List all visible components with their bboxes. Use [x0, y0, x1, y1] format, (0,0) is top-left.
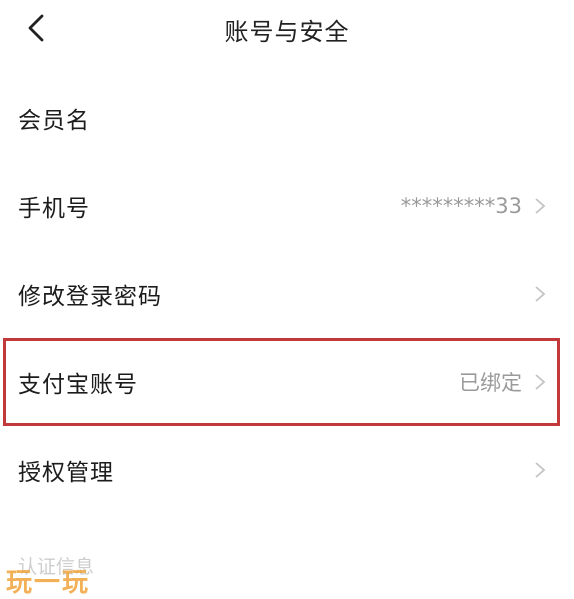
phone-number-label: 手机号 — [18, 196, 90, 222]
phone-number-value: *********33 — [400, 194, 522, 218]
alipay-bound-status: 已绑定 — [459, 371, 522, 395]
top-bar: 账号与安全 — [0, 0, 574, 56]
chevron-right-icon — [535, 198, 546, 214]
authorization-management-row[interactable]: 授权管理 — [0, 426, 574, 514]
alipay-account-label: 支付宝账号 — [18, 372, 138, 398]
authorization-management-label: 授权管理 — [18, 460, 114, 486]
alipay-account-row[interactable]: 支付宝账号 已绑定 — [3, 338, 560, 426]
member-name-label: 会员名 — [18, 108, 90, 134]
chevron-right-icon — [535, 462, 546, 478]
change-password-row[interactable]: 修改登录密码 — [0, 250, 574, 338]
change-password-label: 修改登录密码 — [18, 284, 162, 310]
page-title: 账号与安全 — [224, 18, 350, 46]
member-name-row[interactable]: 会员名 — [0, 74, 574, 162]
chevron-right-icon — [535, 286, 546, 302]
chevron-right-icon — [535, 374, 546, 390]
watermark-logo: 玩一玩 — [6, 568, 91, 598]
phone-number-row[interactable]: 手机号 *********33 — [0, 162, 574, 250]
settings-list: 会员名 手机号 *********33 修改登录密码 支付宝账号 已绑定 授权管… — [0, 74, 574, 514]
